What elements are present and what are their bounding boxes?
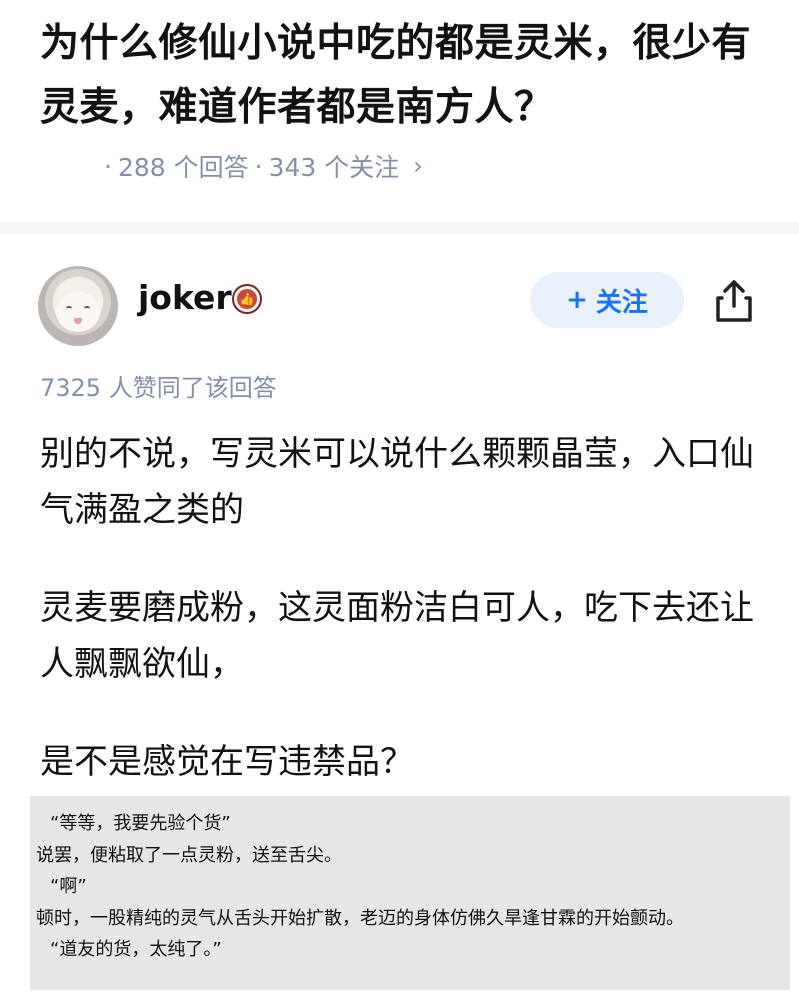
chevron-right-icon: › [413, 152, 423, 180]
meta-dot: · [104, 151, 112, 181]
avatar-face [56, 292, 100, 332]
author-name[interactable]: joker [138, 278, 232, 317]
thumb-badge-icon: 👍 [232, 284, 262, 314]
follower-count: 343 个关注 [268, 153, 400, 182]
author-row: joker 👍 + 关注 [0, 236, 799, 366]
share-icon[interactable] [712, 276, 756, 324]
follow-label: 关注 [595, 287, 648, 318]
answer-paragraph: 别的不说，写灵米可以说什么颗颗晶莹，入口仙气满盈之类的 [40, 434, 754, 530]
quote-line: “等等，我要先验个货” [50, 813, 231, 834]
follow-button[interactable]: + 关注 [530, 272, 684, 328]
quote-line: 说罢，便粘取了一点灵粉，送至舌尖。 [36, 844, 342, 866]
avatar-eye [84, 306, 90, 311]
agree-count: 7325 人赞同了该回答 [40, 374, 277, 402]
answer-paragraph: 灵麦要磨成粉，这灵面粉洁白可人，吃下去还让人飘飘欲仙， [40, 588, 754, 684]
quote-line: “道友的货，太纯了。” [50, 939, 222, 960]
avatar[interactable] [38, 266, 118, 346]
avatar-eye [66, 306, 72, 311]
question-title[interactable]: 为什么修仙小说中吃的都是灵米，很少有灵麦，难道作者都是南方人？ [40, 12, 770, 140]
meta-dot: · [254, 151, 263, 181]
badge-inner: 👍 [237, 289, 257, 309]
answer-paragraph: 是不是感觉在写违禁品？ [40, 742, 414, 782]
quote-line: “啊” [50, 876, 87, 897]
answer-count: 288 个回答 [117, 153, 249, 182]
section-divider [0, 222, 799, 234]
quote-line: 顿时，一股精纯的灵气从舌头开始扩散，老迈的身体仿佛久旱逢甘霖的开始颤动。 [36, 907, 684, 929]
quote-block: “等等，我要先验个货” 说罢，便粘取了一点灵粉，送至舌尖。 “啊” 顿时，一股精… [30, 796, 790, 990]
question-meta[interactable]: · 288 个回答 · 343 个关注 › [104, 146, 423, 186]
plus-icon: + [566, 285, 588, 315]
